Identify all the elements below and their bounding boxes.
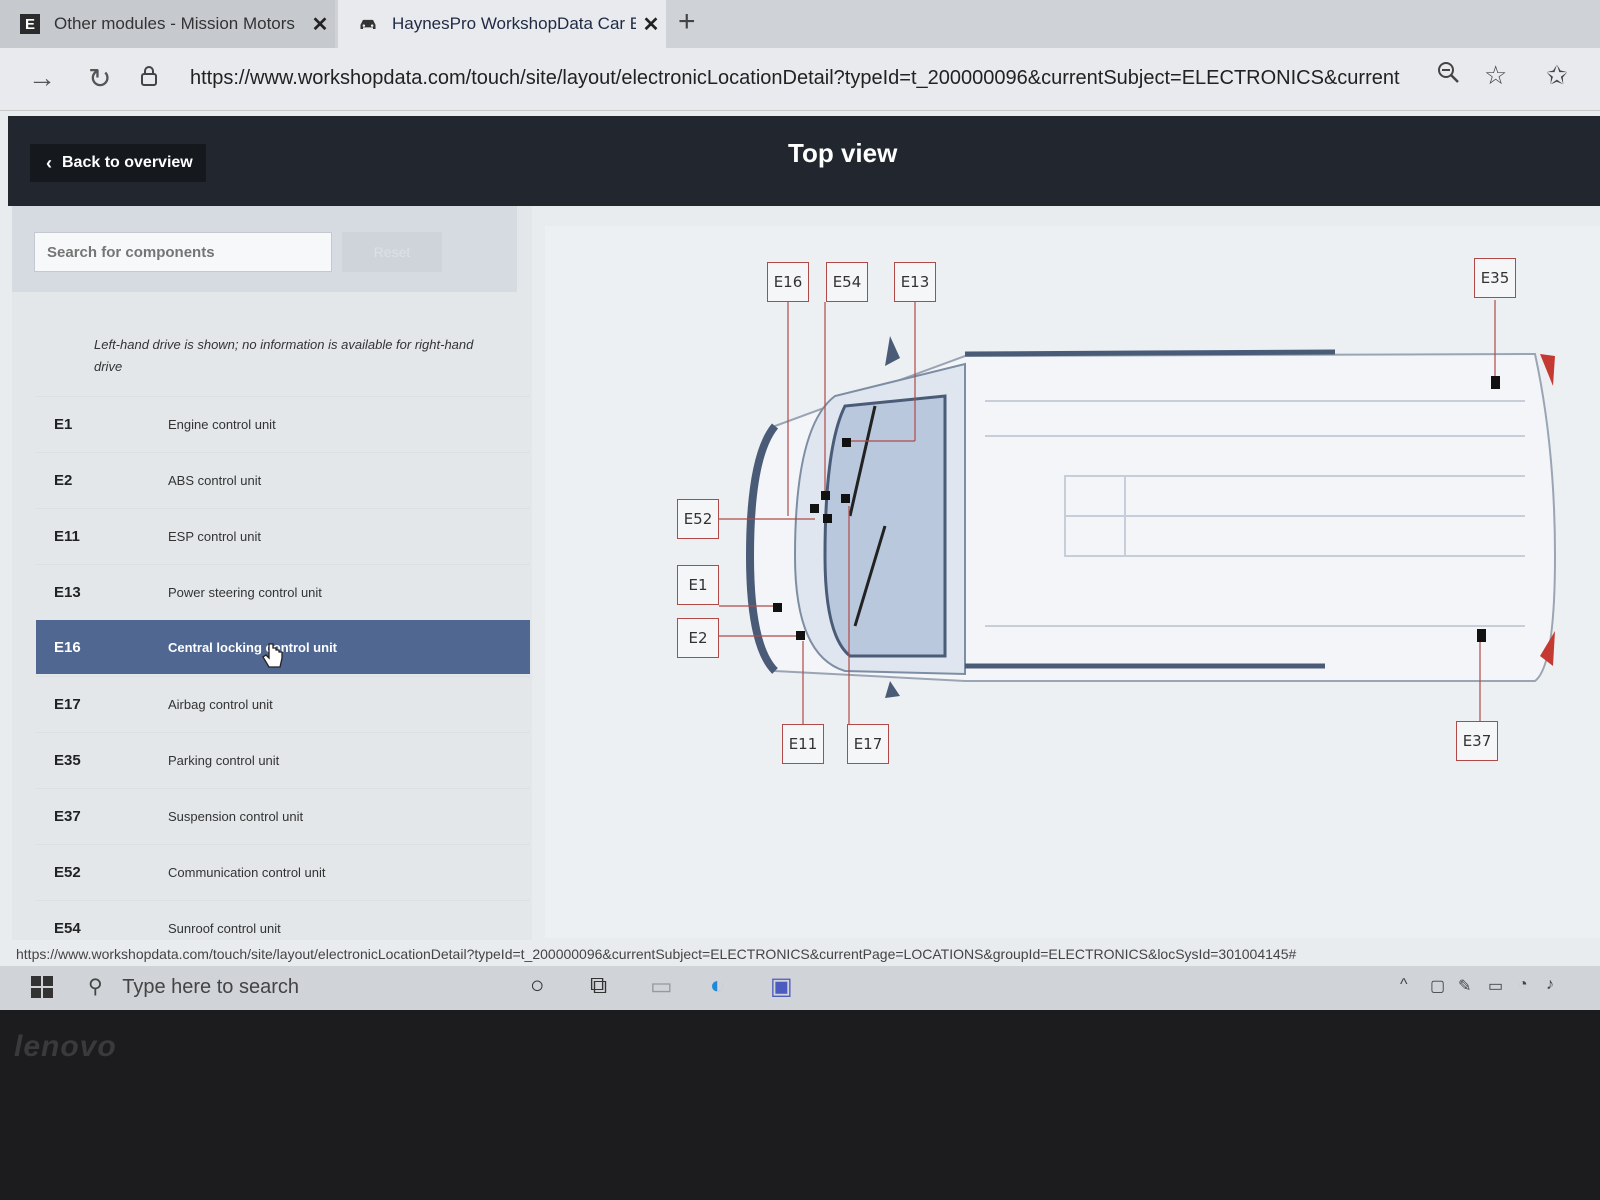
pen-icon[interactable]: ✎ [1458, 976, 1471, 996]
cortana-icon[interactable]: ○ [530, 972, 545, 1000]
laptop-logo: lenovo [14, 1030, 117, 1063]
battery-icon[interactable]: ▭ [1488, 976, 1503, 996]
close-icon[interactable]: ✕ [636, 12, 666, 37]
forward-icon[interactable]: → [28, 62, 56, 94]
component-row-e35[interactable]: E35 Parking control unit [36, 732, 530, 787]
component-row-e16[interactable]: E16 Central locking control unit [36, 620, 530, 674]
url-box[interactable]: https://www.workshopdata.com/touch/site/… [140, 57, 1440, 99]
search-row: Reset [12, 206, 517, 292]
app-header: ‹ Back to overview Top view [8, 116, 1600, 206]
component-name: Airbag control unit [168, 696, 273, 712]
zoom-icon[interactable] [1436, 60, 1460, 91]
teams-icon[interactable]: ▣ [770, 972, 793, 1001]
reset-button[interactable]: Reset [342, 232, 442, 272]
component-name: ESP control unit [168, 528, 261, 544]
component-name: Engine control unit [168, 416, 276, 432]
url-text[interactable]: https://www.workshopdata.com/touch/site/… [190, 67, 1400, 90]
new-tab-icon[interactable]: + [678, 5, 696, 39]
back-label: Back to overview [62, 154, 193, 171]
component-code: E37 [54, 807, 81, 825]
component-code: E52 [54, 863, 81, 881]
search-icon: ⚲ [88, 976, 103, 998]
component-code: E13 [54, 583, 81, 601]
taskbar: ⚲ Type here to search ○ ⧉ ▭ ◐ ▣ ^ ▢ ✎ ▭ … [0, 966, 1600, 1010]
close-icon[interactable]: ✕ [305, 12, 335, 37]
favorites-icon[interactable]: ✩ [1546, 60, 1568, 91]
refresh-icon[interactable]: ↻ [88, 62, 111, 95]
component-code: E11 [54, 527, 80, 545]
vehicle-diagram: E16 E54 E13 E35 E52 E1 E2 E11 E17 E37 [545, 226, 1600, 938]
car-icon [358, 14, 378, 34]
hand-cursor-icon [262, 642, 284, 675]
callout-e16[interactable]: E16 [767, 262, 809, 302]
address-bar: → ↻ https://www.workshopdata.com/touch/s… [0, 48, 1600, 111]
component-code: E1 [54, 415, 73, 433]
callout-e17[interactable]: E17 [847, 724, 889, 764]
screen: E Other modules - Mission Motors ✕ Hayne… [0, 0, 1600, 1030]
task-view-icon[interactable]: ⧉ [590, 972, 607, 1000]
lock-icon [140, 65, 166, 92]
component-row-e52[interactable]: E52 Communication control unit [36, 844, 530, 899]
component-name: Parking control unit [168, 752, 280, 768]
callout-e1[interactable]: E1 [677, 565, 719, 605]
callout-e2[interactable]: E2 [677, 618, 719, 658]
component-code: E16 [54, 638, 81, 656]
windows-start-icon[interactable] [30, 975, 54, 1004]
tab-label: Other modules - Mission Motors [54, 14, 295, 33]
callout-e54[interactable]: E54 [826, 262, 868, 302]
component-row-e11[interactable]: E11 ESP control unit [36, 508, 530, 563]
wifi-icon[interactable]: ◔ [1518, 976, 1528, 994]
component-row-e17[interactable]: E17 Airbag control unit [36, 676, 530, 731]
edge-icon[interactable]: ◐ [710, 972, 725, 1000]
browser-tab-bar: E Other modules - Mission Motors ✕ Hayne… [0, 0, 1600, 48]
component-row-e2[interactable]: E2 ABS control unit [36, 452, 530, 507]
component-row-e13[interactable]: E13 Power steering control unit [36, 564, 530, 619]
tab-haynespro[interactable]: HaynesPro WorkshopData Car Ec ✕ [338, 0, 666, 48]
meet-now-icon[interactable]: ▢ [1430, 976, 1445, 996]
component-name: Central locking control unit [168, 639, 338, 655]
favorite-star-icon[interactable]: ☆ [1484, 60, 1507, 91]
status-url: https://www.workshopdata.com/touch/site/… [16, 946, 1297, 962]
component-row-e1[interactable]: E1 Engine control unit [36, 396, 530, 451]
component-name: Power steering control unit [168, 584, 322, 600]
callout-e11[interactable]: E11 [782, 724, 824, 764]
drive-note: Left-hand drive is shown; no information… [94, 337, 474, 374]
search-input[interactable] [34, 232, 332, 272]
component-name: Sunroof control unit [168, 920, 281, 936]
chevron-up-icon[interactable]: ^ [1400, 976, 1408, 994]
volume-icon[interactable]: ♪ [1546, 976, 1554, 994]
laptop-bezel [0, 1010, 1600, 1200]
taskbar-search[interactable]: ⚲ Type here to search [88, 974, 299, 999]
component-code: E17 [54, 695, 81, 713]
component-code: E2 [54, 471, 73, 489]
file-explorer-icon[interactable]: ▭ [650, 972, 673, 1001]
tab-other-modules[interactable]: E Other modules - Mission Motors ✕ [0, 0, 335, 48]
component-panel: Reset Left-hand drive is shown; no infor… [12, 206, 532, 940]
callout-e52[interactable]: E52 [677, 499, 719, 539]
component-row-e37[interactable]: E37 Suspension control unit [36, 788, 530, 843]
app-e-icon: E [20, 14, 40, 34]
component-code: E35 [54, 751, 81, 769]
component-name: ABS control unit [168, 472, 262, 488]
callout-e13[interactable]: E13 [894, 262, 936, 302]
callout-e37[interactable]: E37 [1456, 721, 1498, 761]
chevron-left-icon: ‹ [46, 152, 52, 173]
callout-e35[interactable]: E35 [1474, 258, 1516, 298]
component-name: Suspension control unit [168, 808, 304, 824]
component-code: E54 [54, 919, 81, 937]
page-title: Top view [788, 138, 898, 168]
back-to-overview-button[interactable]: ‹ Back to overview [30, 144, 206, 182]
component-name: Communication control unit [168, 864, 326, 880]
taskbar-search-label: Type here to search [122, 976, 299, 998]
tab-label: HaynesPro WorkshopData Car Ec [392, 14, 636, 33]
